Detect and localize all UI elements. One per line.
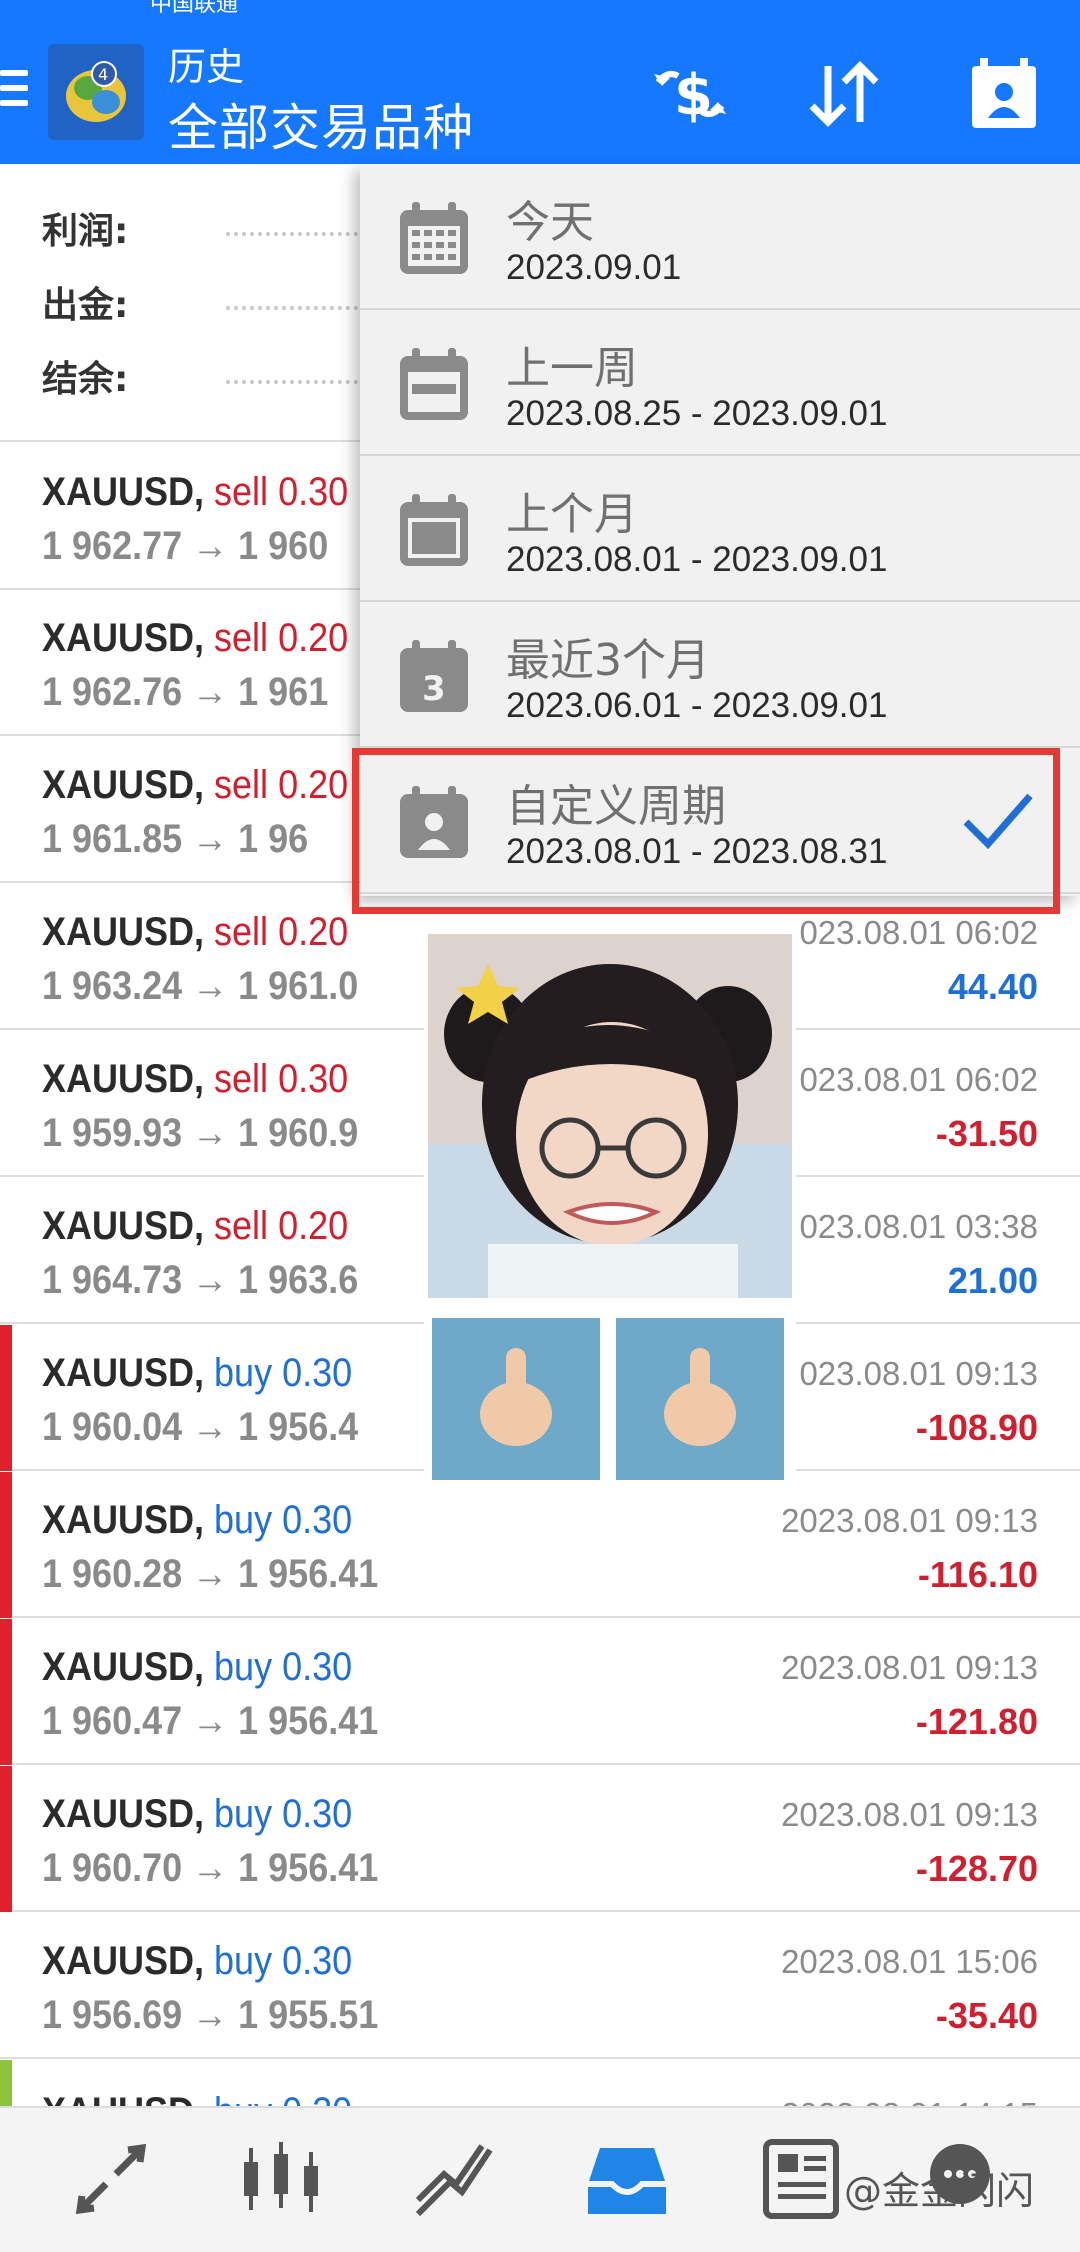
period-range: 2023.09.01 <box>506 248 682 287</box>
period-label: 上一周 <box>506 343 638 394</box>
trade-row[interactable]: XAUUSD, buy 0.30 1 960.28 → 1 956.41 202… <box>0 1472 1080 1618</box>
chart-candles-icon[interactable] <box>236 2134 326 2224</box>
trade-prices: 1 963.24 → 1 961.0 <box>42 964 359 1008</box>
trade-profit: -35.40 <box>935 1995 1038 2036</box>
period-option-today[interactable]: 今天 2023.09.01 <box>360 164 1080 310</box>
trade-profit: -108.90 <box>915 1407 1038 1448</box>
trade-time: 023.08.01 06:02 <box>799 914 1038 951</box>
trade-prices: 1 956.69 → 1 955.51 <box>42 1993 379 2037</box>
news-icon[interactable] <box>758 2134 848 2224</box>
page-title[interactable]: 全部交易品种 <box>168 88 474 160</box>
carrier-text: 中国联通 <box>150 0 239 17</box>
menu-icon[interactable] <box>0 70 28 110</box>
trade-title: XAUUSD, buy 0.30 <box>42 1792 353 1836</box>
trade-prices: 1 962.76 → 1 961 <box>42 670 329 714</box>
calendar-grid-icon <box>398 200 470 276</box>
trade-prices: 1 960.04 → 1 956.4 <box>42 1405 359 1449</box>
withdraw-label: 出金: <box>42 285 129 326</box>
trade-title: XAUUSD, buy 0.30 <box>42 1351 353 1395</box>
trade-title: XAUUSD, sell 0.20 <box>42 910 349 954</box>
trade-profit: -116.10 <box>917 1554 1038 1595</box>
calendar-month-icon <box>398 492 470 568</box>
trade-profit: -121.80 <box>915 1701 1038 1742</box>
history-inbox-icon[interactable] <box>582 2134 672 2224</box>
meme-sticker-image <box>424 930 796 1486</box>
trade-time: 2023.08.01 09:13 <box>781 1649 1038 1686</box>
period-option-last-week[interactable]: 上一周 2023.08.25 - 2023.09.01 <box>360 310 1080 456</box>
trade-prices: 1 961.85 → 1 96 <box>42 817 309 861</box>
calendar-week-icon <box>398 346 470 422</box>
trade-time: 2023.08.01 15:06 <box>781 1943 1038 1980</box>
watermark-text: @金金闪闪 <box>844 2169 1035 2213</box>
status-bar: 中国联通 <box>0 0 1080 17</box>
trade-time: 023.08.01 09:13 <box>799 1355 1038 1392</box>
svg-text:$: $ <box>674 63 713 128</box>
trade-prices: 1 962.77 → 1 960 <box>42 524 329 568</box>
trade-title: XAUUSD, sell 0.20 <box>42 1204 349 1248</box>
metatrader-logo-icon: 4 <box>48 44 144 140</box>
trade-color-bar <box>0 444 12 590</box>
period-range: 2023.08.25 - 2023.09.01 <box>506 394 888 433</box>
selected-period-highlight <box>352 748 1060 914</box>
trade-row[interactable]: XAUUSD, buy 0.30 1 960.70 → 1 956.41 202… <box>0 1766 1080 1912</box>
period-option-last-month[interactable]: 上个月 2023.08.01 - 2023.09.01 <box>360 456 1080 602</box>
girl-face-picture <box>428 934 792 1298</box>
svg-text:4: 4 <box>98 65 108 84</box>
trade-prices: 1 960.28 → 1 956.41 <box>42 1552 379 1596</box>
period-label: 最近3个月 <box>506 635 710 686</box>
profit-label: 利润: <box>42 211 129 252</box>
trade-title: XAUUSD, buy 0.30 <box>42 1498 353 1542</box>
trade-color-bar <box>0 1619 12 1765</box>
thumbs-up-picture-left <box>432 1318 600 1480</box>
calendar-3-text: 3 <box>422 669 446 709</box>
withdraw-value-placeholder <box>226 306 366 310</box>
period-range: 2023.08.01 - 2023.09.01 <box>506 540 888 579</box>
trade-time: 023.08.01 06:02 <box>799 1061 1038 1098</box>
trade-color-bar <box>0 1766 12 1912</box>
trade-title: XAUUSD, sell 0.30 <box>42 470 349 514</box>
trade-row[interactable]: XAUUSD, buy 0.30 1 956.69 → 1 955.51 202… <box>0 1913 1080 2059</box>
period-label: 今天 <box>506 197 594 248</box>
trade-profit: -128.70 <box>915 1848 1038 1889</box>
trade-title: XAUUSD, sell 0.20 <box>42 763 349 807</box>
calendar-person-icon[interactable] <box>962 52 1046 136</box>
trade-profit: 21.00 <box>947 1260 1038 1301</box>
sort-icon[interactable] <box>802 52 886 136</box>
trade-prices: 1 964.73 → 1 963.6 <box>42 1258 359 1302</box>
quotes-arrows-icon[interactable] <box>66 2134 156 2224</box>
trade-time: 2023.08.01 09:13 <box>781 1502 1038 1539</box>
trade-title: XAUUSD, buy 0.30 <box>42 1645 353 1689</box>
trade-prices: 1 959.93 → 1 960.9 <box>42 1111 359 1155</box>
trade-color-bar <box>0 1472 12 1618</box>
thumbs-up-picture-right <box>616 1318 784 1480</box>
trade-time: 2023.08.01 09:13 <box>781 1796 1038 1833</box>
trade-color-bar <box>0 1325 12 1471</box>
dollar-exchange-icon[interactable]: $ <box>648 52 732 136</box>
trade-profit: 44.40 <box>947 966 1038 1007</box>
balance-label: 结余: <box>42 359 129 400</box>
period-label: 上个月 <box>506 489 638 540</box>
page-subtitle: 历史 <box>168 45 245 89</box>
trade-profit: -31.50 <box>935 1113 1038 1154</box>
trade-time: 023.08.01 03:38 <box>799 1208 1038 1245</box>
trade-row[interactable]: XAUUSD, buy 0.30 1 960.47 → 1 956.41 202… <box>0 1619 1080 1765</box>
trade-title: XAUUSD, sell 0.20 <box>42 616 349 660</box>
trade-title: XAUUSD, sell 0.30 <box>42 1057 349 1101</box>
profit-value-placeholder <box>226 232 366 236</box>
trade-prices: 1 960.47 → 1 956.41 <box>42 1699 379 1743</box>
app-header: 4 历史 全部交易品种 $ <box>0 0 1080 164</box>
balance-value-placeholder <box>226 380 366 384</box>
period-range: 2023.06.01 - 2023.09.01 <box>506 686 888 725</box>
trade-title: XAUUSD, buy 0.30 <box>42 1939 353 1983</box>
trade-prices: 1 960.70 → 1 956.41 <box>42 1846 379 1890</box>
period-option-last-3-months[interactable]: 3 最近3个月 2023.06.01 - 2023.09.01 <box>360 602 1080 748</box>
trade-trend-icon[interactable] <box>410 2134 500 2224</box>
calendar-3-icon: 3 <box>398 638 470 714</box>
